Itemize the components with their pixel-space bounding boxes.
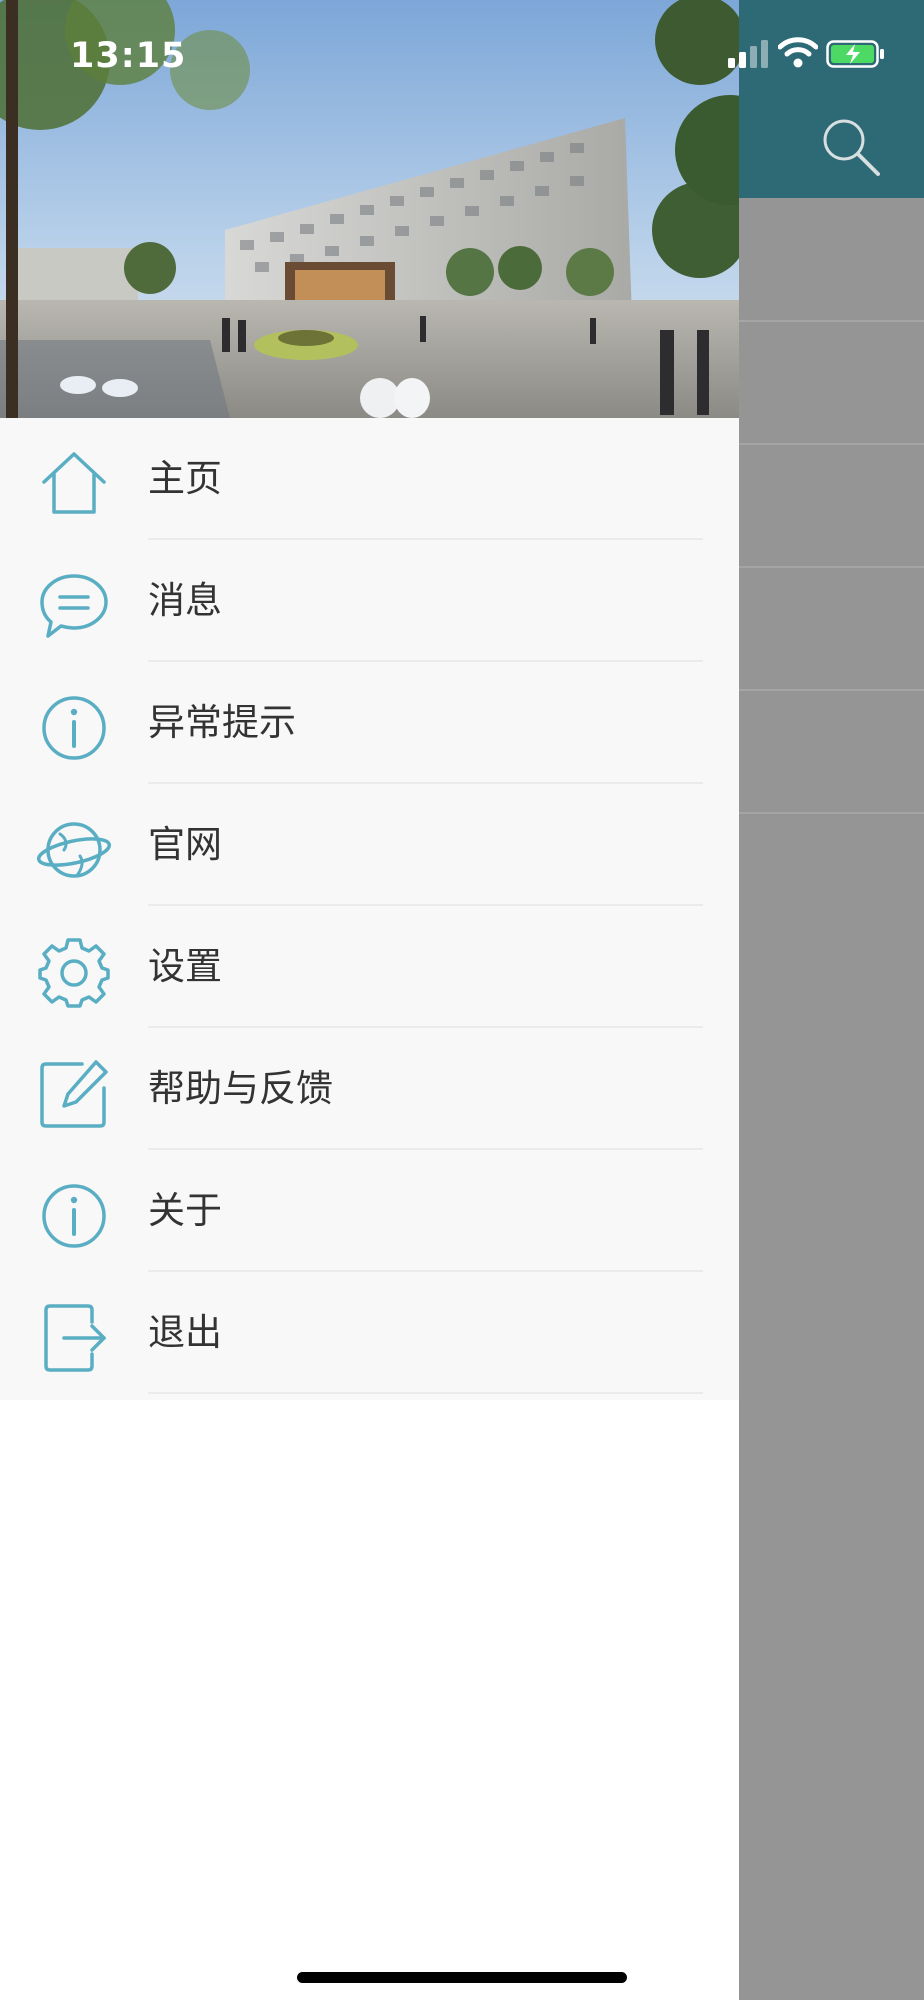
menu-item-label: 退出 bbox=[148, 1311, 222, 1354]
menu-item-label: 官网 bbox=[148, 823, 222, 866]
status-time: 13:15 bbox=[70, 36, 187, 76]
list-divider bbox=[739, 320, 924, 322]
menu-item-label: 帮助与反馈 bbox=[148, 1067, 333, 1110]
edit-icon bbox=[40, 1060, 108, 1128]
list-divider bbox=[739, 566, 924, 568]
menu-item-label: 主页 bbox=[148, 457, 222, 500]
globe-icon bbox=[36, 822, 112, 878]
menu-item-about[interactable]: 关于 bbox=[0, 1150, 739, 1272]
wifi-icon bbox=[778, 37, 818, 68]
menu-item-home[interactable]: 主页 bbox=[0, 418, 739, 540]
home-indicator[interactable] bbox=[297, 1972, 627, 1983]
menu-item-label: 异常提示 bbox=[148, 701, 296, 744]
menu-item-label: 关于 bbox=[148, 1189, 222, 1232]
message-icon bbox=[40, 574, 108, 638]
info-icon bbox=[42, 1184, 106, 1248]
list-divider bbox=[739, 812, 924, 814]
menu-item-messages[interactable]: 消息 bbox=[0, 540, 739, 662]
menu-item-settings[interactable]: 设置 bbox=[0, 906, 739, 1028]
menu-item-alerts[interactable]: 异常提示 bbox=[0, 662, 739, 784]
list-divider bbox=[739, 689, 924, 691]
drawer-menu: 主页 消息 异常提示 官网 设置 帮助与反馈 关于 退出 bbox=[0, 418, 739, 1400]
menu-item-logout[interactable]: 退出 bbox=[0, 1272, 739, 1394]
battery-icon bbox=[826, 40, 884, 68]
menu-item-help-feedback[interactable]: 帮助与反馈 bbox=[0, 1028, 739, 1150]
search-icon[interactable] bbox=[820, 116, 882, 178]
menu-item-label: 设置 bbox=[148, 945, 222, 988]
home-icon bbox=[42, 452, 106, 514]
list-divider bbox=[739, 443, 924, 445]
menu-item-website[interactable]: 官网 bbox=[0, 784, 739, 906]
menu-divider bbox=[148, 1392, 703, 1394]
signal-icon bbox=[728, 40, 768, 68]
info-icon bbox=[42, 696, 106, 760]
menu-item-label: 消息 bbox=[148, 579, 222, 622]
navigation-drawer: 主页 消息 异常提示 官网 设置 帮助与反馈 关于 退出 bbox=[0, 0, 739, 2000]
status-bar: 13:15 bbox=[0, 0, 924, 110]
gear-icon bbox=[38, 938, 110, 1008]
logout-icon bbox=[44, 1304, 106, 1372]
